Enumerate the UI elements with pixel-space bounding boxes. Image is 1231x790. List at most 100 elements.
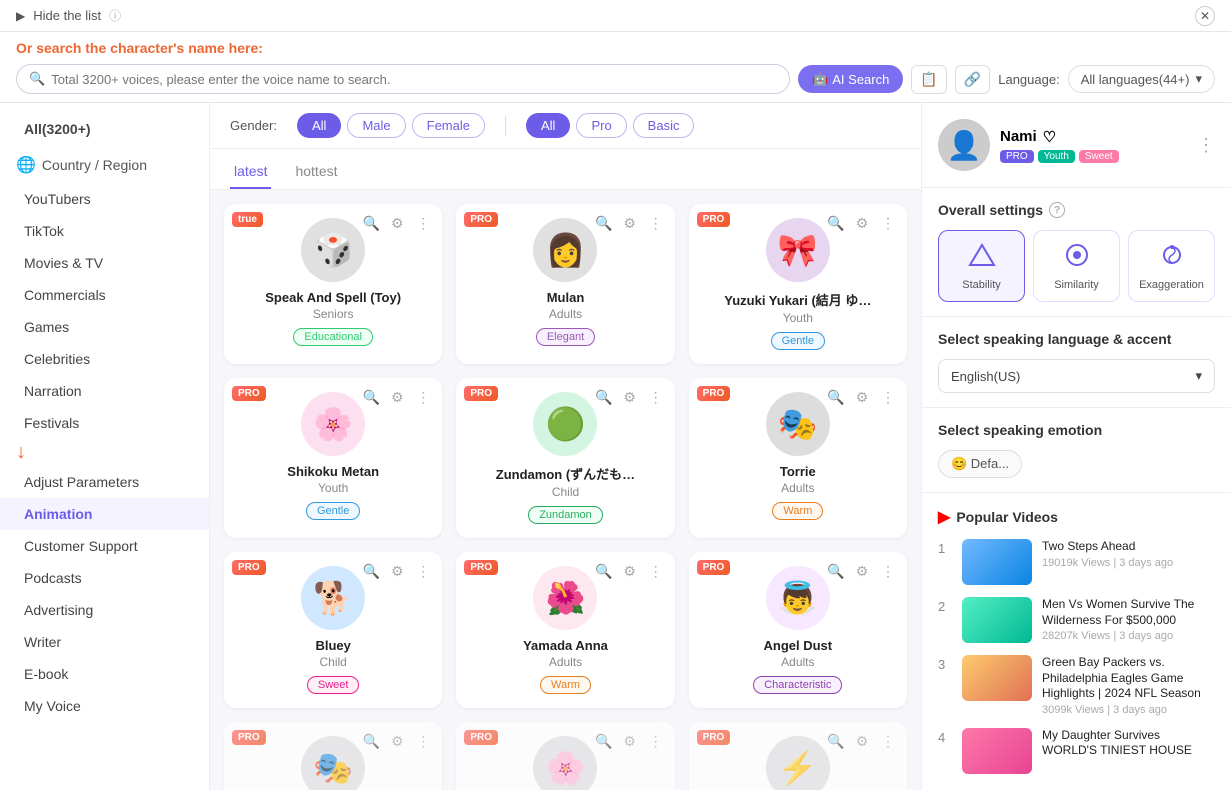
similarity-icon [1040, 241, 1113, 275]
link-button[interactable]: 🔗 [955, 65, 990, 94]
settings-voice-button[interactable]: ⚙ [386, 386, 408, 408]
video-item-3[interactable]: 3 Green Bay Packers vs. Philadelphia Eag… [938, 655, 1215, 716]
more-voice-button[interactable]: ⋮ [877, 730, 899, 752]
search-voice-button[interactable]: 🔍 [360, 386, 382, 408]
search-voice-button[interactable]: 🔍 [360, 560, 382, 582]
sidebar-item-games[interactable]: Games [0, 311, 209, 343]
sidebar-item-youtubers[interactable]: YouTubers [0, 183, 209, 215]
settings-voice-button[interactable]: ⚙ [619, 386, 641, 408]
settings-voice-button[interactable]: ⚙ [386, 560, 408, 582]
ai-search-button[interactable]: 🤖 AI Search [798, 65, 903, 93]
stability-button[interactable]: Stability [938, 230, 1025, 302]
tab-hottest[interactable]: hottest [291, 157, 341, 189]
settings-voice-button[interactable]: ⚙ [386, 212, 408, 234]
search-voice-button[interactable]: 🔍 [825, 560, 847, 582]
card-avatar: 🌸 [533, 736, 597, 790]
sidebar-item-adjust[interactable]: Adjust Parameters [0, 466, 209, 498]
card-avatar: 🌸 [301, 392, 365, 456]
settings-voice-button[interactable]: ⚙ [619, 212, 641, 234]
card-actions: 🔍 ⚙ ⋮ [360, 212, 434, 234]
pro-badge: PRO [697, 212, 731, 227]
export-button[interactable]: 📋 [911, 65, 946, 94]
more-voice-button[interactable]: ⋮ [412, 386, 434, 408]
search-input-wrap[interactable]: 🔍 [16, 64, 790, 94]
video-meta-1: 19019k Views | 3 days ago [1042, 557, 1215, 569]
exaggeration-button[interactable]: Exaggeration [1128, 230, 1215, 302]
language-dropdown[interactable]: English(US) ▾ [938, 359, 1215, 393]
more-voice-button[interactable]: ⋮ [877, 386, 899, 408]
video-thumb-4 [962, 728, 1032, 774]
video-item-2[interactable]: 2 Men Vs Women Survive The Wilderness Fo… [938, 597, 1215, 643]
card-avatar: ⚡ [766, 736, 830, 790]
search-voice-button[interactable]: 🔍 [593, 560, 615, 582]
quality-basic-button[interactable]: Basic [633, 113, 695, 138]
language-label: Language: [998, 72, 1059, 87]
more-voice-button[interactable]: ⋮ [412, 212, 434, 234]
more-voice-button[interactable]: ⋮ [412, 560, 434, 582]
more-voice-button[interactable]: ⋮ [645, 730, 667, 752]
settings-voice-button[interactable]: ⚙ [386, 730, 408, 752]
search-input[interactable] [51, 72, 777, 87]
video-item-4[interactable]: 4 My Daughter Survives WORLD'S TINIEST H… [938, 728, 1215, 774]
sidebar-item-customer-support[interactable]: Customer Support [0, 530, 209, 562]
language-selector[interactable]: All languages(44+) ▾ [1068, 65, 1215, 93]
sidebar-item-e-book[interactable]: E-book [0, 658, 209, 690]
card-avatar: 👩 [533, 218, 597, 282]
settings-voice-button[interactable]: ⚙ [619, 560, 641, 582]
sidebar-item-tiktok[interactable]: TikTok [0, 215, 209, 247]
more-options-icon[interactable]: ⋮ [1197, 135, 1215, 156]
sidebar-item-narration[interactable]: Narration [0, 375, 209, 407]
card-zundamon: PRO 🔍 ⚙ ⋮ 🟢 Zundamon (ずんだも… Child Zundam… [456, 378, 674, 538]
settings-voice-button[interactable]: ⚙ [851, 386, 873, 408]
settings-voice-button[interactable]: ⚙ [619, 730, 641, 752]
quality-pro-button[interactable]: Pro [576, 113, 626, 138]
more-voice-button[interactable]: ⋮ [645, 560, 667, 582]
video-item-1[interactable]: 1 Two Steps Ahead 19019k Views | 3 days … [938, 539, 1215, 585]
sidebar-item-movies-tv[interactable]: Movies & TV [0, 247, 209, 279]
search-voice-button[interactable]: 🔍 [593, 730, 615, 752]
sidebar-item-animation[interactable]: Animation [0, 498, 209, 530]
sidebar-item-commercials[interactable]: Commercials [0, 279, 209, 311]
sidebar-item-advertising[interactable]: Advertising [0, 594, 209, 626]
sidebar-item-festivals[interactable]: Festivals [0, 407, 209, 439]
tab-latest[interactable]: latest [230, 157, 271, 189]
more-voice-button[interactable]: ⋮ [877, 212, 899, 234]
sidebar: All(3200+) 🌐 Country / Region YouTubers … [0, 103, 210, 790]
close-icon[interactable]: ✕ [1195, 6, 1215, 26]
help-icon[interactable]: ? [1049, 202, 1065, 218]
search-voice-button[interactable]: 🔍 [593, 386, 615, 408]
info-icon[interactable]: ⓘ [109, 7, 121, 24]
tag-label: Warm [772, 502, 823, 520]
gender-male-button[interactable]: Male [347, 113, 405, 138]
card-12: PRO 🔍 ⚙ ⋮ ⚡ [689, 722, 907, 790]
more-voice-button[interactable]: ⋮ [645, 212, 667, 234]
search-voice-button[interactable]: 🔍 [825, 212, 847, 234]
gender-female-button[interactable]: Female [412, 113, 485, 138]
similarity-button[interactable]: Similarity [1033, 230, 1120, 302]
quality-all-button[interactable]: All [526, 113, 570, 138]
sidebar-item-celebrities[interactable]: Celebrities [0, 343, 209, 375]
arrow-icon: ▶ [16, 9, 25, 23]
sidebar-item-writer[interactable]: Writer [0, 626, 209, 658]
settings-voice-button[interactable]: ⚙ [851, 730, 873, 752]
card-actions: 🔍 ⚙ ⋮ [360, 730, 434, 752]
emotion-button[interactable]: 😊 Defa... [938, 450, 1022, 478]
content-area: Gender: All Male Female All Pro Basic la… [210, 103, 921, 790]
search-voice-button[interactable]: 🔍 [825, 730, 847, 752]
search-voice-button[interactable]: 🔍 [360, 730, 382, 752]
card-avatar: 🎭 [301, 736, 365, 790]
heart-icon[interactable]: ♡ [1043, 128, 1056, 146]
settings-voice-button[interactable]: ⚙ [851, 560, 873, 582]
gender-all-button[interactable]: All [297, 113, 341, 138]
sidebar-country-region[interactable]: 🌐 Country / Region [0, 147, 209, 183]
search-voice-button[interactable]: 🔍 [593, 212, 615, 234]
search-voice-button[interactable]: 🔍 [360, 212, 382, 234]
settings-voice-button[interactable]: ⚙ [851, 212, 873, 234]
sidebar-item-my-voice[interactable]: My Voice [0, 690, 209, 722]
more-voice-button[interactable]: ⋮ [645, 386, 667, 408]
sidebar-all[interactable]: All(3200+) [0, 115, 209, 147]
more-voice-button[interactable]: ⋮ [877, 560, 899, 582]
sidebar-item-podcasts[interactable]: Podcasts [0, 562, 209, 594]
search-voice-button[interactable]: 🔍 [825, 386, 847, 408]
more-voice-button[interactable]: ⋮ [412, 730, 434, 752]
